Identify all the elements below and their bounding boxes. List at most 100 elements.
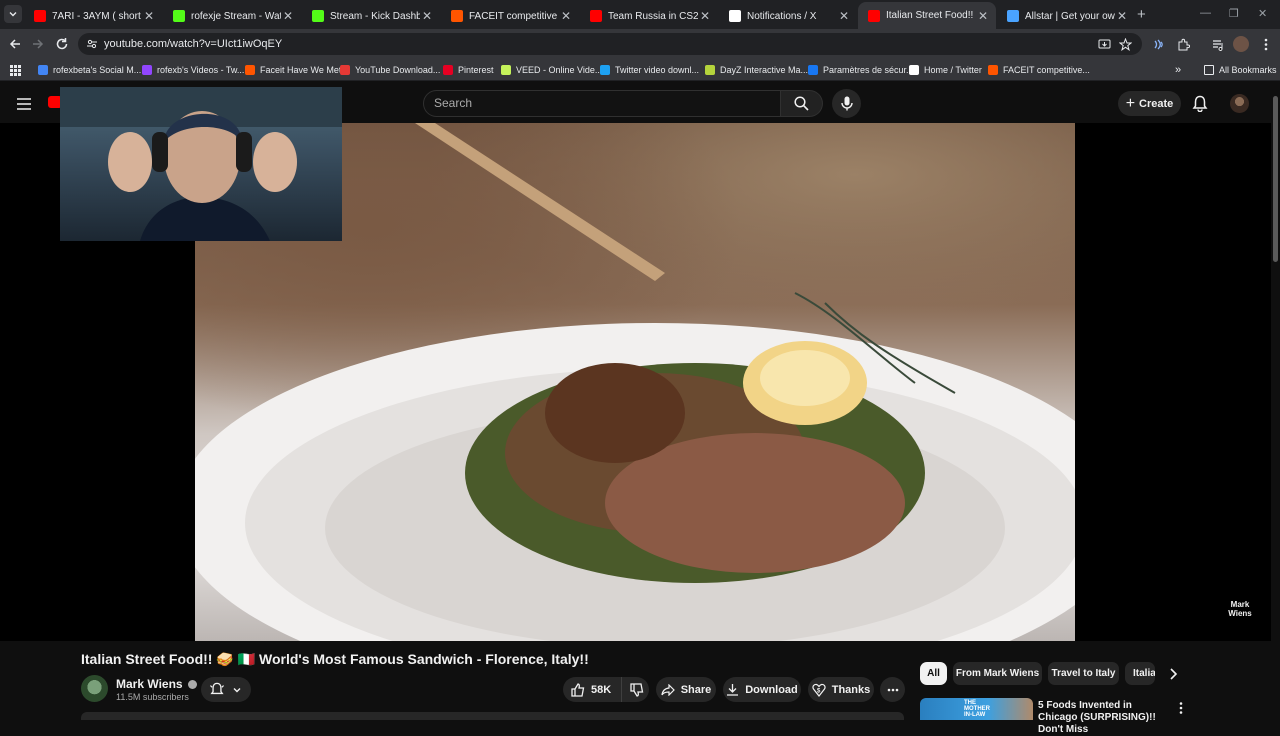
thanks-button[interactable]: $ Thanks — [808, 677, 874, 702]
bell-icon — [210, 682, 224, 695]
close-tab-icon[interactable]: ✕ — [698, 9, 712, 23]
download-icon — [340, 65, 350, 75]
thanks-label: Thanks — [831, 683, 871, 696]
profile-avatar[interactable] — [1233, 36, 1249, 52]
close-tab-icon[interactable]: ✕ — [559, 9, 573, 23]
download-icon — [727, 684, 739, 696]
menu-kebab-icon[interactable] — [1258, 36, 1274, 52]
bookmark-label: YouTube Download... — [355, 65, 441, 75]
search-button[interactable] — [781, 90, 823, 117]
tab-title: 7ARI - 3AYM ( short film ) — [52, 10, 142, 22]
description-box[interactable] — [81, 712, 904, 720]
bookmarks-overflow-chevron-icon[interactable]: » — [1170, 62, 1186, 78]
site-info-icon[interactable] — [84, 36, 100, 52]
channel-name-text: Mark Wiens — [116, 677, 183, 691]
browser-tab[interactable]: 7ARI - 3AYM ( short film )✕ — [24, 4, 162, 28]
extensions-puzzle-icon[interactable] — [1175, 36, 1191, 52]
recommendation-title[interactable]: 5 Foods Invented in Chicago (SURPRISING)… — [1038, 700, 1168, 736]
channel-avatar[interactable] — [81, 675, 108, 702]
more-actions-button[interactable] — [880, 677, 905, 702]
video-title: Italian Street Food!! 🥪 🇮🇹 World's Most … — [81, 651, 589, 667]
channel-watermark[interactable]: Mark Wiens — [1226, 600, 1254, 618]
subscriber-count: 11.5M subscribers — [116, 692, 189, 702]
bookmark-item[interactable]: FACEIT competitive... — [988, 63, 1090, 77]
browser-tab[interactable]: Allstar | Get your own in-game✕ — [997, 4, 1135, 28]
youtube-icon — [590, 10, 602, 22]
arrow-right-icon — [33, 39, 44, 49]
bookmark-label: DayZ Interactive Ma... — [720, 65, 809, 75]
minimize-button[interactable]: — — [1200, 7, 1211, 19]
bookmark-item[interactable]: Pinterest — [443, 63, 494, 77]
close-tab-icon[interactable]: ✕ — [281, 9, 295, 23]
chip-from-mark-wiens[interactable]: From Mark Wiens — [953, 662, 1042, 685]
notifications-bell-icon[interactable] — [1192, 95, 1208, 112]
close-tab-icon[interactable]: ✕ — [1115, 9, 1129, 23]
voice-search-button[interactable] — [832, 89, 861, 118]
chips-next-button[interactable] — [1159, 662, 1187, 685]
forward-button[interactable] — [30, 36, 46, 52]
chevron-down-icon — [233, 687, 241, 692]
chip-travel-to-italy[interactable]: Travel to Italy — [1048, 662, 1119, 685]
dayz-icon — [705, 65, 715, 75]
browser-tab[interactable]: Notifications / X ✕ — [719, 4, 857, 28]
dislike-button[interactable] — [622, 682, 644, 697]
bookmark-item[interactable]: rofexbeta's Social M... — [38, 63, 141, 77]
create-button[interactable]: + Create — [1118, 91, 1181, 116]
scrollbar-thumb[interactable] — [1273, 96, 1278, 262]
account-avatar[interactable] — [1230, 94, 1249, 113]
x-icon — [729, 10, 741, 22]
bookmark-label: VEED - Online Vide... — [516, 65, 603, 75]
bookmark-item[interactable]: Paramètres de sécur... — [808, 63, 914, 77]
kick-icon — [173, 10, 185, 22]
close-window-button[interactable]: ✕ — [1258, 7, 1267, 20]
browser-tab[interactable]: Stream - Kick Dashboard✕ — [302, 4, 440, 28]
close-tab-icon[interactable]: ✕ — [420, 9, 434, 23]
all-bookmarks-folder[interactable]: All Bookmarks — [1204, 63, 1277, 77]
bookmark-item[interactable]: rofexb's Videos - Tw... — [142, 63, 244, 77]
media-controls-icon[interactable] — [1210, 36, 1226, 52]
close-tab-icon[interactable]: ✕ — [837, 9, 851, 23]
bookmark-item[interactable]: Home / Twitter — [909, 63, 982, 77]
bookmark-star-icon[interactable] — [1117, 36, 1133, 52]
chip-italian[interactable]: Italian — [1125, 662, 1155, 685]
maximize-button[interactable]: ❐ — [1229, 7, 1239, 20]
extension-icon[interactable] — [1150, 36, 1166, 52]
close-tab-icon[interactable]: ✕ — [142, 9, 156, 23]
apps-grid-icon[interactable] — [7, 62, 23, 78]
tab-title: Allstar | Get your own in-game — [1025, 10, 1115, 22]
subscribe-bell-button[interactable] — [201, 677, 251, 702]
download-button[interactable]: Download — [723, 677, 801, 702]
microphone-icon — [840, 96, 853, 111]
channel-name[interactable]: Mark Wiens — [116, 677, 197, 691]
bookmark-item[interactable]: Twitter video downl... — [600, 63, 699, 77]
youtube-icon — [868, 9, 880, 22]
thumbs-up-icon — [571, 682, 585, 697]
install-app-icon[interactable] — [1096, 36, 1112, 52]
hamburger-menu-icon[interactable] — [16, 96, 32, 112]
twitter-dl-icon — [600, 65, 610, 75]
back-button[interactable] — [7, 36, 23, 52]
bookmark-label: Twitter video downl... — [615, 65, 700, 75]
browser-tab[interactable]: Italian Street Food!! 🥪✕ — [858, 2, 996, 29]
tab-search-button[interactable] — [4, 5, 22, 23]
browser-tab[interactable]: Team Russia in CS2 💀✕ — [580, 4, 718, 28]
reload-button[interactable] — [54, 36, 70, 52]
new-tab-button[interactable]: + — [1137, 6, 1146, 23]
tab-title: Notifications / X — [747, 10, 817, 22]
like-button[interactable]: 58K — [563, 677, 623, 702]
bookmark-item[interactable]: YouTube Download... — [340, 63, 440, 77]
browser-tab[interactable]: rofexje Stream - Watch Live✕ — [163, 4, 301, 28]
share-button[interactable]: Share — [656, 677, 716, 702]
plus-icon: + — [1125, 94, 1136, 112]
bookmark-item[interactable]: DayZ Interactive Ma... — [705, 63, 808, 77]
recommendation-menu-icon[interactable] — [1179, 702, 1183, 714]
streamer-webcam-image — [60, 87, 342, 241]
faceit-icon — [988, 65, 998, 75]
bookmark-item[interactable]: Faceit Have We Met — [245, 63, 341, 77]
close-tab-icon[interactable]: ✕ — [976, 9, 990, 23]
bookmark-item[interactable]: VEED - Online Vide... — [501, 63, 602, 77]
search-input[interactable] — [423, 90, 781, 117]
recommendation-thumbnail[interactable]: THE MOTHER IN-LAW — [920, 698, 1033, 720]
chip-all[interactable]: All — [920, 662, 947, 685]
browser-tab[interactable]: FACEIT competitive match✕ — [441, 4, 579, 28]
